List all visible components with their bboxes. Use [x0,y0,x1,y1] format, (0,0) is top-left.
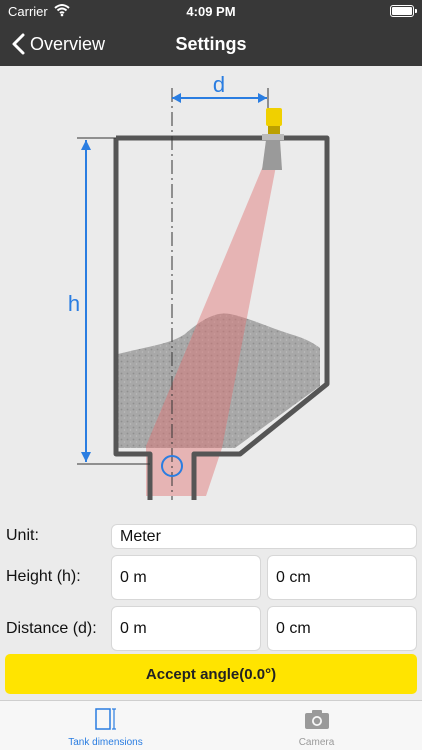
unit-label: Unit: [6,527,39,544]
navigation-bar: Overview Settings [0,22,422,66]
tab-bar: Tank dimensions Camera [0,700,422,750]
battery-level [392,7,412,15]
distance-centimeters-input[interactable]: 0 cm [267,606,417,651]
distance-meters-input[interactable]: 0 m [111,606,261,651]
camera-icon [305,710,329,729]
height-centimeters-input[interactable]: 0 cm [267,555,417,600]
tab-tank-dimensions[interactable]: Tank dimensions [0,701,211,750]
battery-icon [390,5,417,17]
back-button-label: Overview [30,33,106,54]
radar-sensor-icon [262,108,284,170]
height-meters-input[interactable]: 0 m [111,555,261,600]
tank-diagram: d h [68,72,330,500]
accept-angle-button[interactable]: Accept angle(0.0°) [5,654,417,694]
unit-select[interactable]: Meter [111,524,417,549]
back-button[interactable]: Overview [8,32,105,56]
tab-label-tank-dimensions: Tank dimensions [68,737,143,748]
distance-label: Distance (d): [6,620,97,637]
tank-dimensions-icon [95,708,116,730]
tab-label-camera: Camera [298,737,335,748]
status-bar: Carrier 4:09 PM [0,0,422,22]
status-time: 4:09 PM [186,4,236,19]
tab-camera[interactable]: Camera [211,701,422,750]
chevron-left-icon [12,33,25,55]
distance-label: d [213,72,225,97]
height-label: Height (h): [6,568,81,585]
height-label: h [68,291,80,316]
